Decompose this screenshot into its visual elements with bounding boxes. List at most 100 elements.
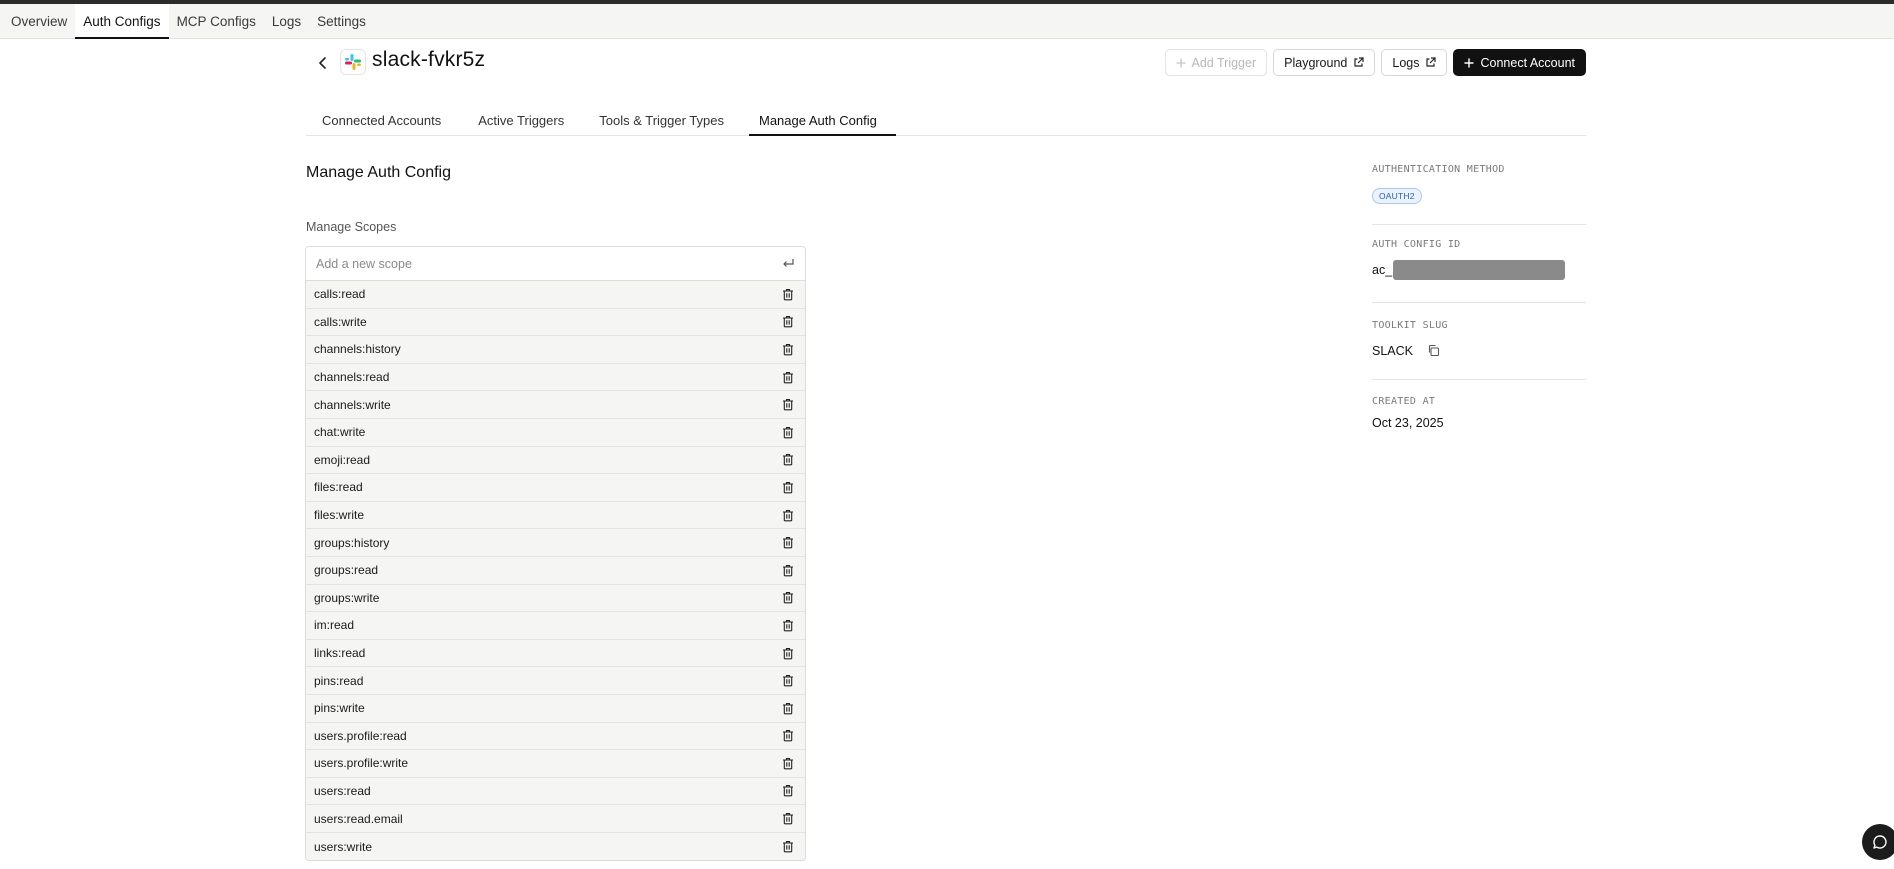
trash-icon[interactable] [780,397,796,413]
tab-manage-auth-config[interactable]: Manage Auth Config [743,105,896,136]
trash-icon[interactable] [780,755,796,771]
scope-name: channels:history [314,342,401,357]
scope-row: groups:read [306,557,805,585]
scope-row: pins:write [306,695,805,723]
trash-icon[interactable] [780,673,796,689]
toolkit-slug-value: SLACK [1372,344,1413,358]
created-at-label: CREATED AT [1372,396,1436,407]
playground-label: Playground [1284,55,1348,70]
tab-tools-trigger-types[interactable]: Tools & Trigger Types [583,105,743,135]
scope-row: pins:read [306,667,805,695]
redacted-id [1393,260,1566,280]
scope-row: users:write [306,833,805,861]
scope-row: users:read.email [306,805,805,833]
scope-name: users.profile:write [314,756,409,771]
trash-icon[interactable] [780,590,796,606]
trash-icon[interactable] [780,811,796,827]
auth-method-badge: OAUTH2 [1372,188,1422,204]
auth-config-id-label: AUTH CONFIG ID [1372,239,1461,250]
trash-icon[interactable] [780,314,796,330]
trash-icon[interactable] [780,783,796,799]
nav-item-overview[interactable]: Overview [3,4,75,38]
external-link-icon [1354,57,1364,67]
scope-row: calls:write [306,309,805,337]
created-at-section: CREATED AT Oct 23, 2025 [1372,380,1586,440]
trash-icon[interactable] [780,507,796,523]
scope-name: chat:write [314,425,366,440]
nav-item-mcp-configs[interactable]: MCP Configs [169,4,264,38]
trash-icon[interactable] [780,479,796,495]
scopes-list: calls:read calls:write channels:history cha… [305,246,806,862]
scope-name: calls:write [314,314,367,329]
trash-icon[interactable] [780,341,796,357]
scope-name: pins:read [314,673,364,688]
toolkit-slug-section: TOOLKIT SLUG SLACK [1372,303,1586,380]
scope-row: emoji:read [306,447,805,475]
scope-name: pins:write [314,701,365,716]
tab-connected-accounts[interactable]: Connected Accounts [306,105,460,135]
scope-name: im:read [314,618,355,633]
trash-icon[interactable] [780,728,796,744]
header-actions: Add Trigger Playground Logs Connect Acco… [1164,49,1586,76]
tab-active-triggers[interactable]: Active Triggers [460,105,583,135]
page-title: slack-fvkr5z [372,48,486,71]
chat-button[interactable] [1862,824,1894,860]
scope-name: files:read [314,480,363,495]
plus-icon [1464,57,1475,68]
auth-method-label: AUTHENTICATION METHOD [1372,164,1505,175]
playground-button[interactable]: Playground [1273,49,1376,76]
scope-row: users:read [306,778,805,806]
scope-row: im:read [306,612,805,640]
nav-item-settings[interactable]: Settings [309,4,374,38]
scope-name: emoji:read [314,452,371,467]
scope-name: channels:read [314,370,390,385]
trash-icon[interactable] [780,700,796,716]
slack-logo-icon [340,49,366,75]
details-sidebar: AUTHENTICATION METHOD OAUTH2 AUTH CONFIG… [1372,162,1586,440]
nav-item-auth-configs[interactable]: Auth Configs [75,4,169,39]
scope-row: links:read [306,640,805,668]
trash-icon[interactable] [780,452,796,468]
scope-input[interactable] [316,256,756,271]
scope-row: channels:read [306,364,805,392]
connect-account-button[interactable]: Connect Account [1453,49,1586,76]
external-link-icon [1426,57,1437,67]
scope-name: channels:write [314,397,391,412]
logs-button[interactable]: Logs [1381,49,1448,76]
logs-label: Logs [1392,55,1420,70]
auth-method-section: AUTHENTICATION METHOD OAUTH2 [1372,162,1586,225]
scope-name: users.profile:read [314,728,407,743]
scope-row: chat:write [306,419,805,447]
chevron-left-icon [319,57,326,69]
auth-config-id-value: ac_ [1372,263,1393,278]
scope-row: files:write [306,502,805,530]
trash-icon[interactable] [780,645,796,661]
scope-input-row [306,247,805,281]
trash-icon[interactable] [780,617,796,633]
scope-row: users.profile:write [306,750,805,778]
trash-icon[interactable] [780,424,796,440]
trash-icon[interactable] [780,839,796,855]
copy-icon[interactable] [1427,344,1440,357]
back-button[interactable] [312,52,334,74]
scope-row: calls:read [306,281,805,309]
scopes-label: Manage Scopes [306,220,397,234]
nav-item-logs[interactable]: Logs [264,4,309,38]
scope-row: groups:history [306,529,805,557]
trash-icon[interactable] [780,562,796,578]
top-nav: Overview Auth Configs MCP Configs Logs S… [0,4,1894,39]
trash-icon[interactable] [780,286,796,302]
scope-name: groups:write [314,590,380,605]
add-trigger-label: Add Trigger [1191,55,1257,70]
scope-name: calls:read [314,287,366,302]
page-header: slack-fvkr5z Add Trigger Playground Logs… [306,46,1586,86]
scope-name: groups:read [314,563,379,578]
trash-icon[interactable] [780,535,796,551]
trash-icon[interactable] [780,369,796,385]
add-trigger-button[interactable]: Add Trigger [1164,49,1268,76]
scope-row: channels:write [306,391,805,419]
scope-row: files:read [306,474,805,502]
scope-row: channels:history [306,336,805,364]
toolkit-slug-label: TOOLKIT SLUG [1372,320,1448,331]
enter-icon[interactable] [781,257,795,271]
